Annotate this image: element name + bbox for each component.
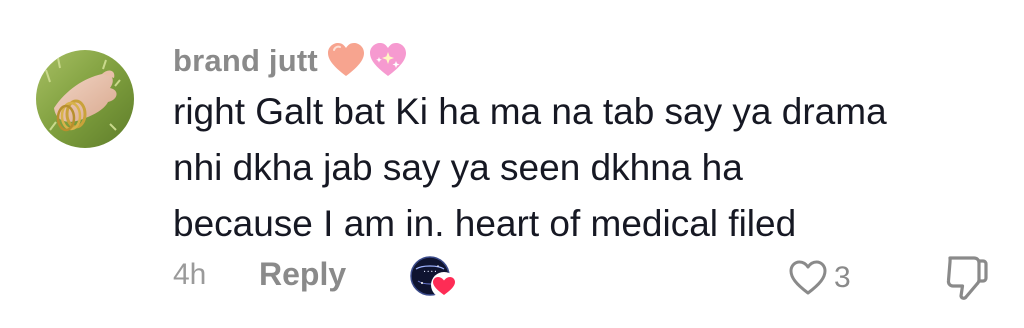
comment: brand jutt right Galt bat Ki ha ma na ta… xyxy=(0,0,1024,328)
thumbs-down-icon xyxy=(946,256,988,300)
sparkling-heart-icon xyxy=(369,43,406,76)
svg-text:• • • •: • • • • xyxy=(423,269,436,274)
heart-outline-icon xyxy=(789,260,827,295)
dislike-button[interactable] xyxy=(944,254,990,302)
avatar[interactable] xyxy=(36,50,134,148)
avatar-image xyxy=(36,50,134,148)
comment-line: nhi dkha jab say ya seen dkhna ha xyxy=(173,147,743,188)
like-button[interactable]: 3 xyxy=(788,256,851,300)
creator-avatar-icon: • • • • xyxy=(410,256,457,298)
peach-heart-icon xyxy=(327,43,364,76)
creator-liked-badge: • • • • xyxy=(408,255,460,301)
like-count: 3 xyxy=(834,261,851,294)
reply-button[interactable]: Reply xyxy=(259,256,346,293)
author-row: brand jutt xyxy=(173,38,408,84)
author-name[interactable]: brand jutt xyxy=(173,43,318,79)
timestamp: 4h xyxy=(173,258,207,291)
comment-line: because I am in. heart of medical filed xyxy=(173,203,797,244)
comment-text: right Galt bat Ki ha ma na tab say ya dr… xyxy=(173,84,1003,252)
comment-line: right Galt bat Ki ha ma na tab say ya dr… xyxy=(173,91,887,132)
